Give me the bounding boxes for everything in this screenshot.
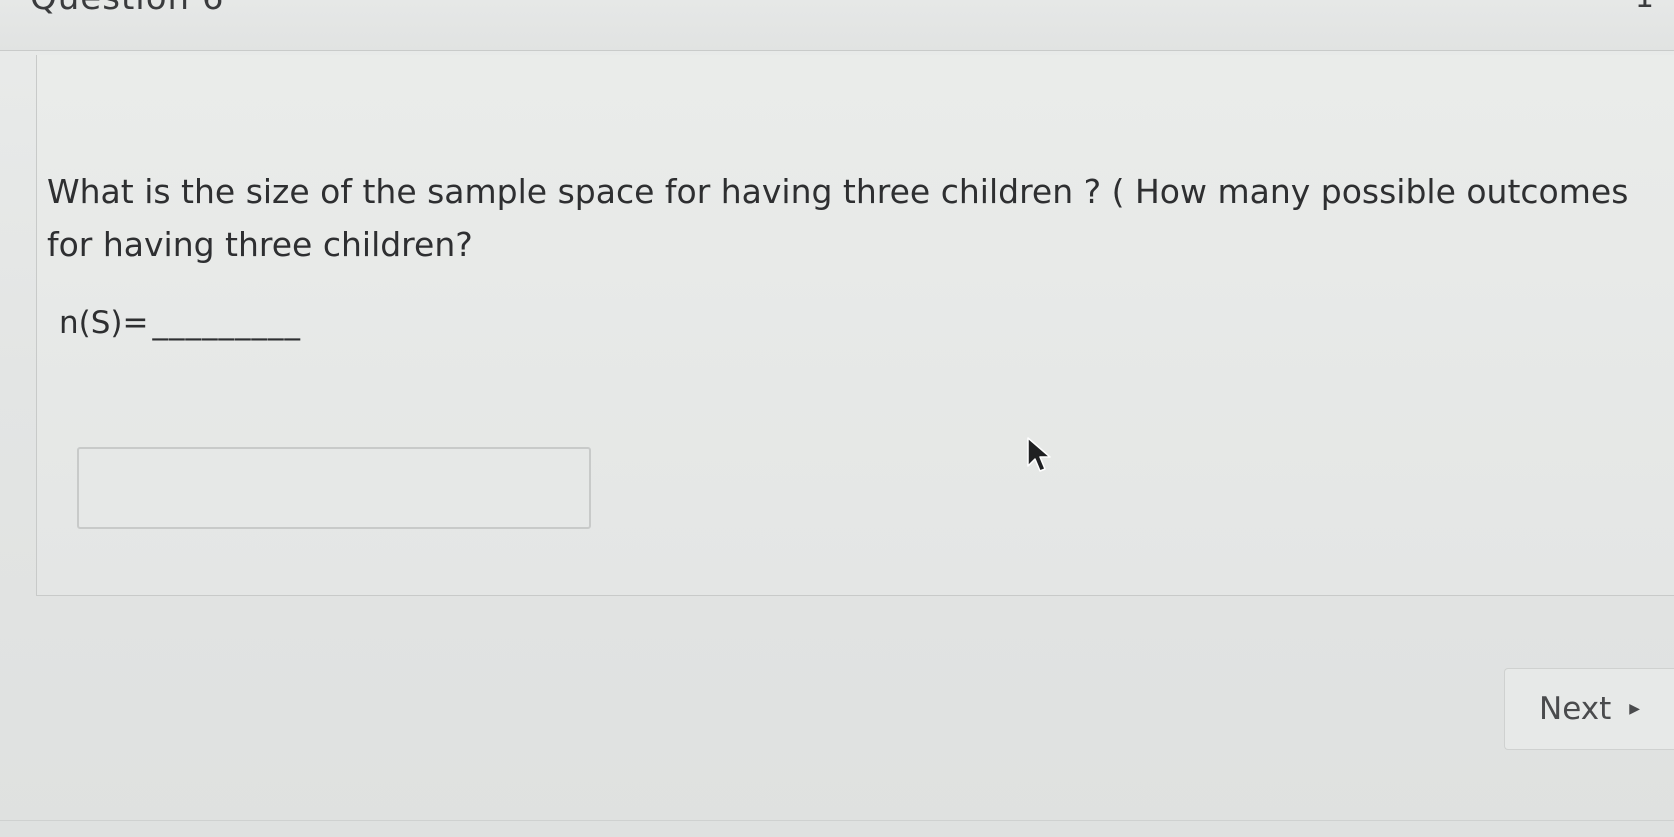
- quiz-page: Question 6 1 What is the size of the sam…: [0, 0, 1674, 837]
- question-text: What is the size of the sample space for…: [47, 172, 1629, 264]
- mouse-pointer-icon: [1027, 437, 1051, 472]
- answer-input[interactable]: [77, 447, 591, 529]
- answer-prompt: n(S)= _________: [59, 305, 301, 341]
- triangle-right-icon: ▶: [1629, 701, 1640, 717]
- next-button[interactable]: Next ▶: [1504, 668, 1674, 750]
- next-label: Next: [1539, 691, 1612, 727]
- answer-blank: _________: [152, 305, 301, 341]
- footer-divider: [0, 820, 1674, 821]
- question-title: Question 6: [30, 0, 225, 18]
- question-points: 1: [1635, 0, 1654, 15]
- question-panel: What is the size of the sample space for…: [36, 55, 1674, 596]
- answer-label: n(S)=: [59, 305, 149, 341]
- question-header: Question 6 1: [0, 0, 1674, 51]
